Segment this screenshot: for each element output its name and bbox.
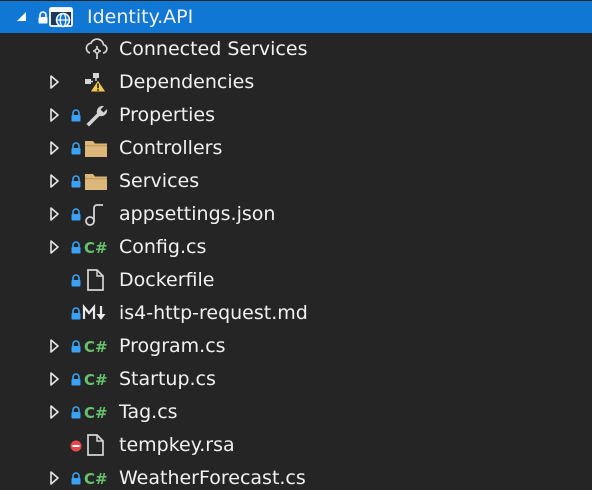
lock-icon <box>71 142 81 155</box>
lock-icon <box>71 241 81 254</box>
svg-text:C#: C# <box>84 470 108 488</box>
tree-row-tempkey[interactable]: tempkey.rsa <box>0 429 592 462</box>
collapsed-arrow-icon[interactable] <box>47 74 63 90</box>
web-project-icon <box>49 7 73 28</box>
tree-item-label: Services <box>119 170 200 192</box>
tree-row-dependencies[interactable]: Dependencies <box>0 66 592 99</box>
file-icon <box>87 434 104 456</box>
connected-services-icon <box>85 38 108 59</box>
lock-icon <box>71 406 81 419</box>
csharp-file-icon: C# <box>84 338 108 356</box>
excluded-icon <box>70 440 82 452</box>
tree-row-program-cs[interactable]: C# Program.cs <box>0 330 592 363</box>
wrench-icon <box>86 105 108 127</box>
csharp-file-icon: C# <box>84 404 108 422</box>
collapsed-arrow-icon[interactable] <box>47 371 63 387</box>
tree-row-startup-cs[interactable]: C# Startup.cs <box>0 363 592 396</box>
tree-row-weatherforecast-cs[interactable]: C# WeatherForecast.cs <box>0 462 592 490</box>
tree-item-label: appsettings.json <box>119 203 276 225</box>
expanded-arrow-icon[interactable] <box>14 9 30 25</box>
svg-text:C#: C# <box>84 371 108 389</box>
csharp-file-icon: C# <box>84 470 108 488</box>
tree-row-connected-services[interactable]: Connected Services <box>0 33 592 66</box>
tree-item-label: Connected Services <box>119 38 308 60</box>
tree-item-label: Config.cs <box>119 236 207 258</box>
project-label: Identity.API <box>87 6 194 28</box>
csharp-file-icon: C# <box>84 239 108 257</box>
folder-icon <box>85 141 107 157</box>
collapsed-arrow-icon[interactable] <box>47 338 63 354</box>
tree-item-label: tempkey.rsa <box>119 434 235 456</box>
tree-row-tag-cs[interactable]: C# Tag.cs <box>0 396 592 429</box>
tree-item-label: Dependencies <box>119 71 255 93</box>
tree-item-label: Properties <box>119 104 216 126</box>
collapsed-arrow-icon[interactable] <box>47 404 63 420</box>
collapsed-arrow-icon[interactable] <box>47 140 63 156</box>
lock-icon <box>71 340 81 353</box>
collapsed-arrow-icon[interactable] <box>47 239 63 255</box>
svg-text:C#: C# <box>84 338 108 356</box>
tree-row-properties[interactable]: Properties <box>0 99 592 132</box>
tree-row-appsettings[interactable]: appsettings.json <box>0 198 592 231</box>
tree-item-label: WeatherForecast.cs <box>119 467 306 489</box>
tree-item-label: Startup.cs <box>119 368 216 390</box>
json-file-icon <box>85 204 103 226</box>
tree-item-label: Dockerfile <box>119 269 215 291</box>
tree-item-label: Program.cs <box>119 335 226 357</box>
tree-item-label: is4-http-request.md <box>119 302 308 324</box>
lock-icon <box>71 274 81 287</box>
lock-icon <box>71 472 81 485</box>
lock-icon <box>71 175 81 188</box>
tree-row-dockerfile[interactable]: Dockerfile <box>0 264 592 297</box>
tree-row-markdown[interactable]: is4-http-request.md <box>0 297 592 330</box>
lock-icon <box>71 208 81 221</box>
tree-row-project[interactable]: Identity.API <box>0 1 592 33</box>
tree-item-label: Controllers <box>119 137 223 159</box>
tree-row-services[interactable]: Services <box>0 165 592 198</box>
tree-item-label: Tag.cs <box>119 401 178 423</box>
tree-row-controllers[interactable]: Controllers <box>0 132 592 165</box>
collapsed-arrow-icon[interactable] <box>47 470 63 486</box>
lock-icon <box>71 109 81 122</box>
svg-text:C#: C# <box>84 239 108 257</box>
folder-icon <box>85 174 107 190</box>
collapsed-arrow-icon[interactable] <box>47 173 63 189</box>
file-icon <box>87 269 104 291</box>
lock-icon <box>38 11 48 24</box>
dependencies-warning-icon <box>85 73 107 93</box>
collapsed-arrow-icon[interactable] <box>47 107 63 123</box>
lock-icon <box>71 373 81 386</box>
tree-row-config-cs[interactable]: C# Config.cs <box>0 231 592 264</box>
markdown-file-icon <box>82 303 106 320</box>
svg-text:C#: C# <box>84 404 108 422</box>
lock-icon <box>71 307 81 320</box>
solution-explorer-tree: Identity.API Connected Services Dependen… <box>0 0 592 490</box>
collapsed-arrow-icon[interactable] <box>47 206 63 222</box>
csharp-file-icon: C# <box>84 371 108 389</box>
